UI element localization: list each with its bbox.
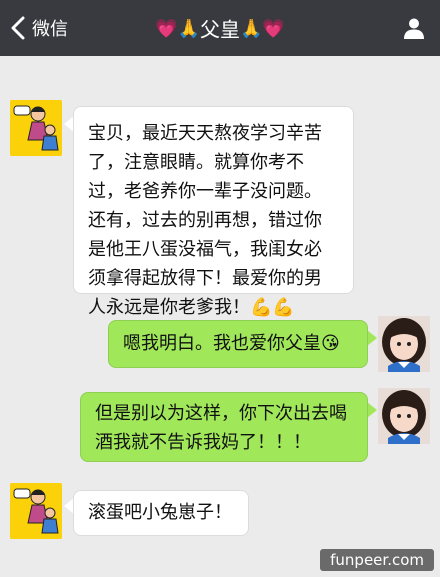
message-bubble-4[interactable]: 滚蛋吧小兔崽子！: [73, 490, 249, 536]
avatar-father[interactable]: [10, 483, 62, 539]
title-prefix-emoji: 💗🙏: [155, 18, 200, 40]
message-text: 但是别以为这样，你下次出去喝酒我就不告诉我妈了！！！: [95, 403, 347, 453]
message-bubble-2[interactable]: 嗯我明白。我也爱你父皇😘: [108, 320, 368, 368]
watermark: funpeer.com: [320, 549, 434, 571]
kissing-face-emoji: 😘: [321, 333, 340, 354]
person-icon[interactable]: [402, 16, 426, 40]
message-text: 滚蛋吧小兔崽子！: [88, 502, 232, 523]
message-text: 嗯我明白。我也爱你父皇: [123, 333, 321, 354]
avatar-self[interactable]: [378, 388, 430, 444]
bubble-tail: [367, 330, 377, 346]
avatar-self[interactable]: [378, 316, 430, 372]
avatar-father[interactable]: [10, 100, 62, 156]
message-bubble-1[interactable]: 宝贝，最近天天熬夜学习辛苦了，注意眼睛。就算你考不过，老爸养你一辈子没问题。还有…: [73, 106, 354, 318]
cartoon-avatar-icon: [10, 100, 62, 156]
flexed-biceps-emoji: 💪💪: [250, 297, 295, 318]
girl-avatar-icon: [378, 316, 430, 372]
title-suffix-emoji: 🙏💗: [240, 18, 285, 40]
message-bubble-3[interactable]: 但是别以为这样，你下次出去喝酒我就不告诉我妈了！！！: [80, 392, 368, 462]
chat-title-text: 父皇: [200, 17, 240, 42]
chat-title: 💗🙏父皇🙏💗: [0, 14, 440, 44]
title-bar: 微信 💗🙏父皇🙏💗: [0, 0, 440, 56]
cartoon-avatar-icon: [10, 483, 62, 539]
girl-avatar-icon: [378, 388, 430, 444]
message-text: 宝贝，最近天天熬夜学习辛苦了，注意眼睛。就算你考不过，老爸养你一辈子没问题。还有…: [88, 123, 322, 318]
bubble-tail: [367, 402, 377, 418]
